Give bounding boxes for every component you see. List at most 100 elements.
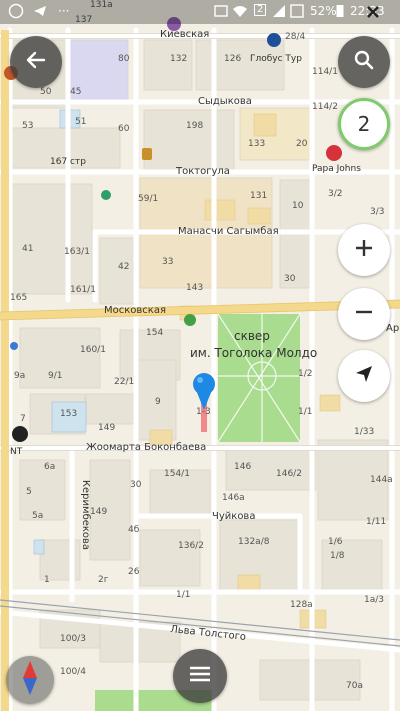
house-number: 6а: [44, 462, 56, 472]
house-number: 160/1: [80, 345, 106, 355]
house-number: 154: [146, 328, 164, 338]
house-number: 1-3: [196, 407, 211, 417]
image-icon: [214, 4, 228, 20]
house-number: 9: [155, 397, 161, 407]
poi-label: NT: [10, 447, 23, 457]
house-number: 149: [90, 507, 108, 517]
house-number: 50: [40, 87, 52, 97]
street-label: Киевская: [160, 29, 210, 40]
search-icon: [353, 49, 375, 75]
arrow-left-icon: [25, 49, 47, 75]
house-number: 143: [186, 283, 204, 293]
house-number: 53: [22, 121, 34, 131]
house-number: 42: [118, 262, 130, 272]
house-number: 5: [26, 487, 32, 497]
house-number: 1а/3: [364, 595, 384, 605]
my-location-button[interactable]: [338, 350, 390, 402]
house-number: 1/2: [298, 369, 313, 379]
street-label: Жоомарта Боконбаева: [86, 442, 207, 453]
street-label: Сыдыкова: [198, 96, 252, 107]
house-number: 51: [75, 117, 87, 127]
minus-icon: [353, 301, 375, 327]
street-label: Московская: [104, 305, 166, 316]
plus-icon: [353, 237, 375, 263]
house-number: 133: [248, 139, 266, 149]
house-number: 198: [186, 121, 204, 131]
house-number: 30: [130, 480, 142, 490]
whatsapp-icon: [8, 3, 24, 21]
menu-button[interactable]: [173, 649, 227, 703]
house-number: 100/3: [60, 634, 86, 644]
house-number: 1/8: [330, 551, 345, 561]
more-notifications: ···: [58, 4, 70, 18]
navigation-arrow-icon: [353, 363, 375, 389]
house-number: 136/2: [178, 541, 204, 551]
zoom-in-button[interactable]: [338, 224, 390, 276]
street-label: Чуйкова: [212, 511, 256, 522]
park-label: им. Тоголока Молдо: [190, 346, 318, 360]
house-number: 131: [250, 191, 268, 201]
house-number: 126: [224, 54, 242, 64]
house-number: 10: [292, 201, 304, 211]
house-number: 30: [284, 274, 296, 284]
telegram-icon: [32, 3, 48, 21]
house-number: 59/1: [138, 194, 159, 204]
street-label: Керимбекова: [80, 479, 92, 551]
poi-label: 167 стр: [50, 157, 86, 167]
status-bar: ··· 2 52% 22:33: [0, 0, 400, 24]
house-number: 1: [44, 575, 50, 585]
compass-button[interactable]: [6, 656, 54, 704]
street-label: Ар: [386, 323, 400, 334]
house-number: 45: [70, 87, 82, 97]
house-number: 146: [234, 462, 252, 472]
list-icon: [188, 664, 212, 688]
house-number: 1/1: [298, 407, 313, 417]
tools-icon: [366, 5, 380, 21]
house-number: 132а/8: [238, 537, 270, 547]
house-number: 33: [162, 257, 174, 267]
house-number: 7: [20, 414, 26, 424]
poi-label-papa-johns: Papa Johns: [312, 164, 361, 174]
house-number: 114/1: [312, 67, 338, 77]
house-number: 149: [98, 423, 116, 433]
house-number: 22/1: [114, 377, 135, 387]
house-number: 5а: [32, 511, 44, 521]
house-number: 80: [118, 54, 130, 64]
house-number: 2г: [98, 575, 109, 585]
house-number: 4б: [128, 525, 140, 535]
house-number: 1/33: [354, 427, 375, 437]
house-number: 20: [296, 139, 308, 149]
house-number: 114/2: [312, 102, 338, 112]
bookmarks-count-button[interactable]: 2: [338, 98, 390, 150]
house-number: 1/6: [328, 537, 343, 547]
wifi-icon: [232, 4, 248, 20]
poi-label-globus: Глобус Тур: [250, 54, 302, 64]
zoom-out-button[interactable]: [338, 288, 390, 340]
house-number: 100/4: [60, 667, 86, 677]
house-number: 26: [128, 567, 140, 577]
street-label: Токтогула: [176, 166, 230, 177]
back-button[interactable]: [10, 36, 62, 88]
house-number: 9а: [14, 371, 26, 381]
sim-indicator: 2: [254, 4, 267, 16]
house-number: 128а: [290, 600, 313, 610]
house-number: 3/3: [370, 207, 385, 217]
house-number: 144а: [370, 475, 393, 485]
house-number: 163/1: [64, 247, 90, 257]
search-button[interactable]: [338, 36, 390, 88]
house-number: 165: [10, 293, 28, 303]
house-number: 28/4: [285, 32, 306, 42]
house-number: 9/1: [48, 371, 63, 381]
house-number: 60: [118, 124, 130, 134]
house-number: 146а: [222, 493, 245, 503]
house-number: 41: [22, 244, 34, 254]
badge-count: 2: [357, 112, 371, 136]
house-number: 146/2: [276, 469, 302, 479]
house-number: 161/1: [70, 285, 96, 295]
signal-icon: [290, 4, 304, 20]
street-label: Манасчи Сагымбая: [178, 226, 279, 237]
house-number: 1/1: [176, 590, 191, 600]
house-number: 153: [60, 409, 78, 419]
house-number: 70а: [346, 681, 363, 691]
house-number: 1/11: [366, 517, 387, 527]
